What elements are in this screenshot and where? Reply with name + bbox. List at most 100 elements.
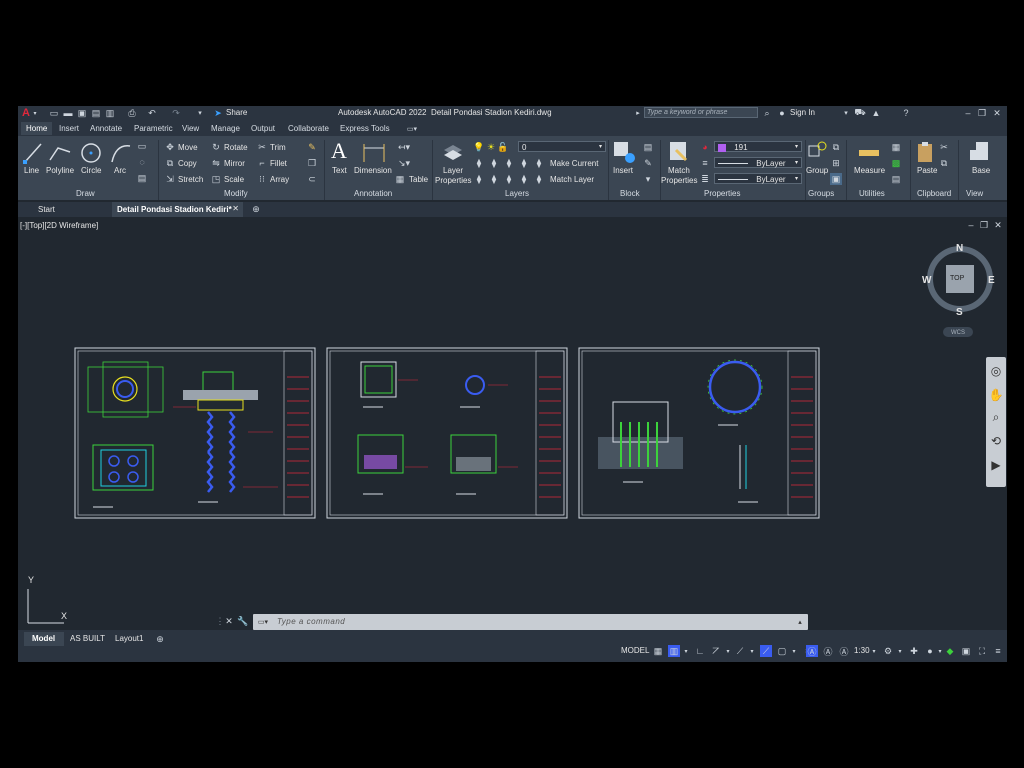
layer-properties-label-2[interactable]: Properties: [435, 176, 471, 185]
tab-parametric[interactable]: Parametric: [129, 122, 178, 135]
line-tool-icon[interactable]: [23, 142, 43, 164]
layout-tab-model[interactable]: Model: [24, 632, 64, 646]
lineweight-dropdown[interactable]: ByLayer ▾: [714, 173, 802, 184]
snap-chevron-icon[interactable]: ▾: [682, 645, 690, 657]
command-customize-icon[interactable]: 🔧: [237, 615, 249, 627]
command-close-icon[interactable]: ✕: [224, 615, 234, 627]
layer-tool-icon-10[interactable]: ⧫: [533, 173, 545, 185]
snap-icon[interactable]: ▥: [668, 645, 680, 657]
clipboard-panel-title[interactable]: Clipboard: [917, 189, 951, 198]
recent-commands-icon[interactable]: ▭▾: [255, 616, 271, 628]
groups-panel-title[interactable]: Groups: [808, 189, 834, 198]
copy-clip-icon[interactable]: ⧉: [938, 157, 950, 169]
user-icon[interactable]: ●: [776, 107, 788, 119]
paste-label[interactable]: Paste: [917, 166, 937, 175]
move-icon[interactable]: ✥: [164, 141, 176, 153]
rotate-icon[interactable]: ↻: [210, 141, 222, 153]
match-properties-label-1[interactable]: Match: [668, 166, 690, 175]
layer-tool-icon-1[interactable]: ⧫: [473, 157, 485, 169]
open-file-icon[interactable]: ▬: [62, 107, 74, 119]
match-layer-button[interactable]: Match Layer: [550, 175, 594, 184]
dimension-tool-icon[interactable]: [362, 142, 386, 164]
measure-icon[interactable]: [858, 144, 880, 162]
annotation-panel-title[interactable]: Annotation: [354, 189, 392, 198]
new-layout-icon[interactable]: ⊕: [154, 633, 166, 645]
object-snap-chevron-icon[interactable]: ▾: [790, 645, 798, 657]
isodraft-chevron-icon[interactable]: ▾: [748, 645, 756, 657]
group-edit-icon[interactable]: ⊞: [830, 157, 842, 169]
measure-label[interactable]: Measure: [854, 166, 885, 175]
match-properties-icon[interactable]: [668, 140, 690, 164]
fillet-icon[interactable]: ⌐: [256, 157, 268, 169]
start-tab[interactable]: Start: [18, 202, 113, 217]
workspace-gear-icon[interactable]: ⚙: [882, 645, 894, 657]
layer-tool-icon-7[interactable]: ⧫: [488, 173, 500, 185]
help-search-input[interactable]: Type a keyword or phrase: [644, 107, 758, 118]
tab-view[interactable]: View: [177, 122, 204, 135]
stretch-label[interactable]: Stretch: [178, 175, 203, 184]
linetype-icon[interactable]: ≣: [699, 173, 711, 185]
search-expand-icon[interactable]: ▸: [634, 107, 642, 119]
color-wheel-icon[interactable]: ◕: [699, 141, 711, 153]
grid-icon[interactable]: ▦: [652, 645, 664, 657]
model-space-button[interactable]: MODEL: [621, 644, 649, 658]
group-label[interactable]: Group: [806, 166, 828, 175]
add-scale-icon[interactable]: ✚: [908, 645, 920, 657]
new-tab-icon[interactable]: ⊕: [250, 203, 262, 215]
offset-icon[interactable]: ⊂: [306, 173, 318, 185]
units-icon[interactable]: ●: [924, 645, 936, 657]
orbit-icon[interactable]: ⟲: [988, 433, 1004, 449]
layer-tool-icon-2[interactable]: ⧫: [488, 157, 500, 169]
cut-icon[interactable]: ✂: [938, 141, 950, 153]
hardware-acceleration-icon[interactable]: ◆: [944, 645, 956, 657]
hatch-icon[interactable]: ◌: [136, 156, 148, 168]
command-grip-icon[interactable]: ⋮: [216, 614, 225, 628]
app-menu-chevron-icon[interactable]: ▾: [31, 107, 39, 119]
annotation-scale-value[interactable]: 1:30: [854, 644, 870, 658]
ribbon-minimize-icon[interactable]: ▭▾: [403, 123, 421, 134]
layer-tool-icon-9[interactable]: ⧫: [518, 173, 530, 185]
layer-dropdown[interactable]: 0 ▾: [518, 141, 606, 152]
layout-tab-layout1[interactable]: Layout1: [115, 634, 143, 643]
drawing-canvas[interactable]: [18, 217, 978, 630]
sheet-2[interactable]: [326, 347, 568, 519]
erase-icon[interactable]: ✎: [306, 141, 318, 153]
edit-block-icon[interactable]: ✎: [642, 157, 654, 169]
showmotion-icon[interactable]: ▶: [988, 457, 1004, 473]
modify-panel-title[interactable]: Modify: [224, 189, 248, 198]
properties-panel-title[interactable]: Properties: [704, 189, 740, 198]
redo-icon[interactable]: ↷: [170, 107, 182, 119]
base-label[interactable]: Base: [972, 166, 990, 175]
fillet-label[interactable]: Fillet: [270, 159, 287, 168]
sheet-1[interactable]: [74, 347, 316, 519]
layer-properties-icon[interactable]: [442, 142, 464, 164]
move-label[interactable]: Move: [178, 143, 198, 152]
viewport-restore-icon[interactable]: ❐: [979, 220, 989, 230]
scale-icon[interactable]: ◳: [210, 173, 222, 185]
tab-annotate[interactable]: Annotate: [85, 122, 127, 135]
units-chevron-icon[interactable]: ▾: [936, 645, 944, 657]
tab-collaborate[interactable]: Collaborate: [283, 122, 334, 135]
new-file-icon[interactable]: ▭: [48, 107, 60, 119]
share-icon[interactable]: ➤: [212, 107, 224, 119]
help-icon[interactable]: ?: [900, 107, 912, 119]
layer-properties-label-1[interactable]: Layer: [443, 166, 463, 175]
annotation-visibility-icon[interactable]: Ⓐ: [806, 645, 818, 657]
layers-panel-title[interactable]: Layers: [505, 189, 529, 198]
lineweight-icon[interactable]: ≡: [699, 157, 711, 169]
command-line[interactable]: ▭▾ Type a command ▴: [253, 614, 808, 630]
pan-icon[interactable]: ✋: [988, 387, 1004, 403]
match-properties-label-2[interactable]: Properties: [661, 176, 697, 185]
arc-label[interactable]: Arc: [114, 166, 126, 175]
trim-label[interactable]: Trim: [270, 143, 286, 152]
trim-icon[interactable]: ✂: [256, 141, 268, 153]
search-icon[interactable]: ⌕: [761, 107, 773, 119]
customize-chevron-icon[interactable]: ▾: [194, 107, 206, 119]
group-selection-icon[interactable]: ▣: [830, 173, 842, 185]
scale-chevron-icon[interactable]: ▾: [870, 645, 878, 657]
paste-icon[interactable]: [916, 140, 936, 164]
group-icon[interactable]: [807, 140, 829, 164]
workspace-chevron-icon[interactable]: ▾: [896, 645, 904, 657]
tab-insert[interactable]: Insert: [54, 122, 84, 135]
layout-tab-as-built[interactable]: AS BUILT: [70, 634, 105, 643]
